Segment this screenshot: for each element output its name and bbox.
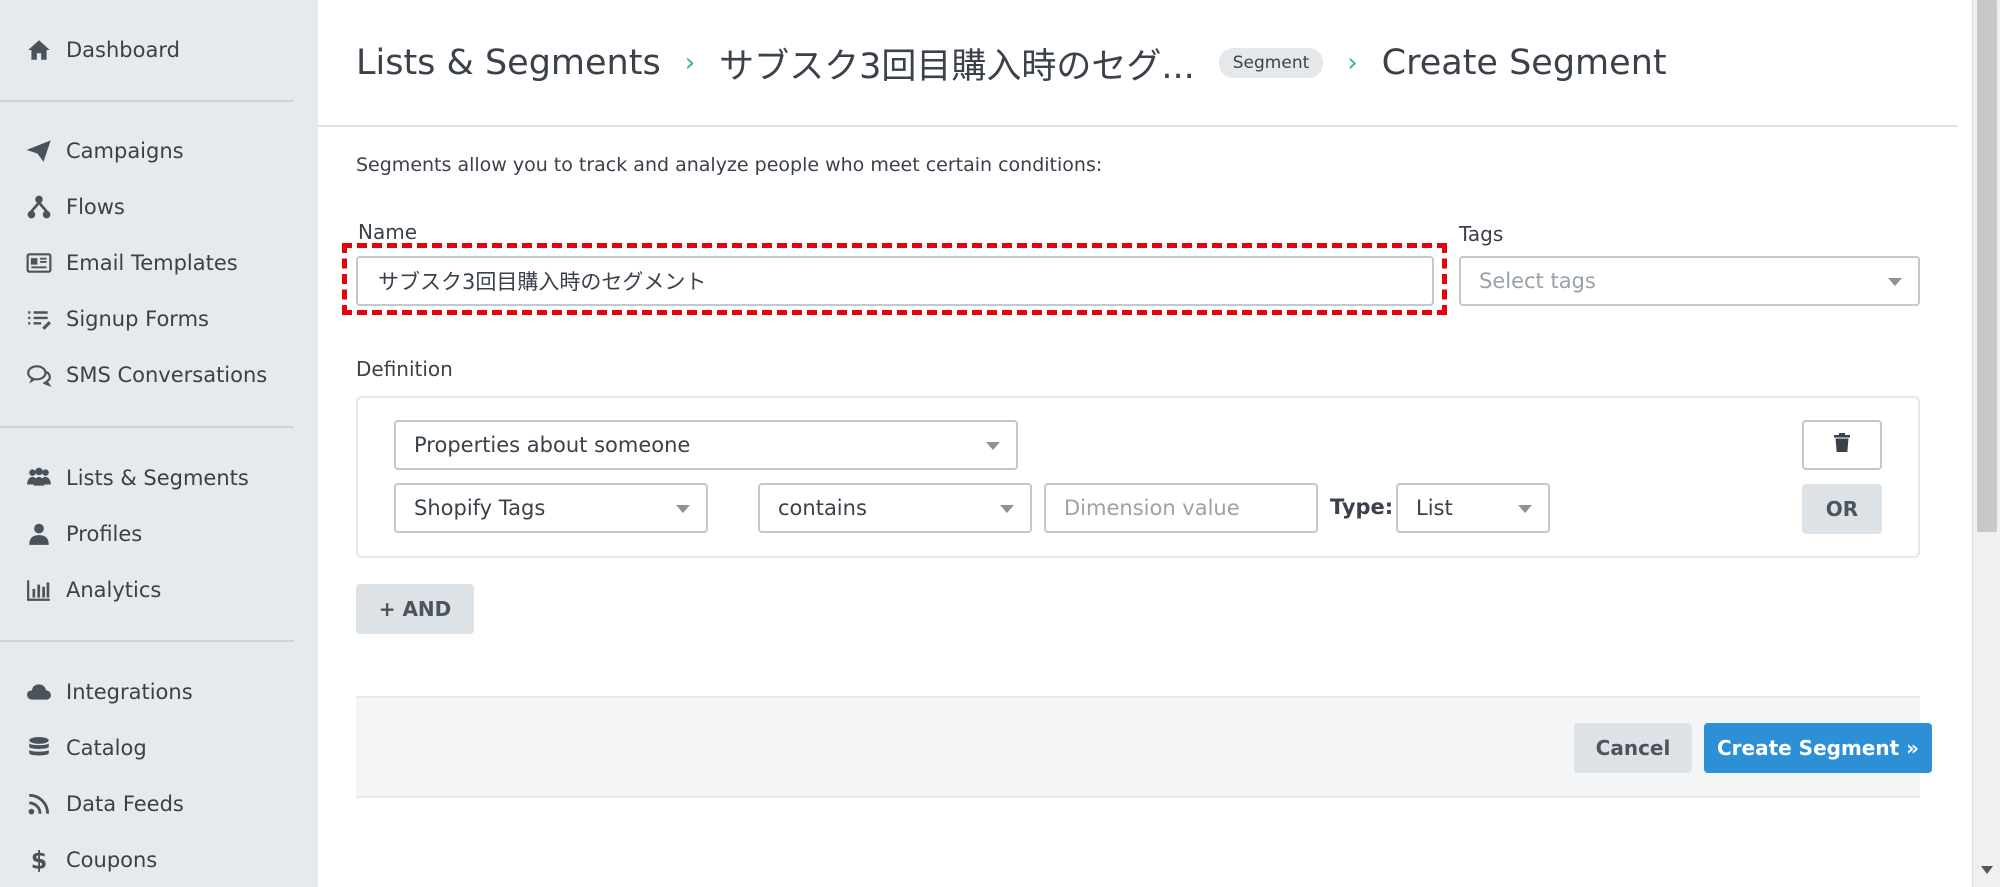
sidebar-divider	[0, 426, 294, 428]
chevron-down-icon	[676, 505, 690, 513]
operator-select[interactable]: contains	[758, 483, 1032, 533]
home-icon	[24, 35, 54, 65]
chevron-down-icon	[1518, 505, 1532, 513]
email-template-icon	[24, 248, 54, 278]
breadcrumb-separator: ›	[684, 48, 696, 78]
sidebar-item-label: SMS Conversations	[66, 363, 268, 387]
definition-label: Definition	[356, 357, 453, 381]
sidebar-item-email-templates[interactable]: Email Templates	[24, 243, 238, 283]
sidebar-divider	[0, 100, 294, 102]
sidebar-item-label: Catalog	[66, 736, 147, 760]
sidebar-item-catalog[interactable]: Catalog	[24, 728, 147, 768]
trash-icon	[1833, 433, 1851, 457]
sidebar-item-label: Lists & Segments	[66, 466, 249, 490]
breadcrumb-segment-name[interactable]: サブスク3回目購入時のセグ...	[719, 38, 1195, 89]
sidebar-item-label: Flows	[66, 195, 125, 219]
tags-placeholder: Select tags	[1479, 269, 1596, 293]
type-label: Type:	[1330, 495, 1394, 519]
rss-icon	[24, 789, 54, 819]
delete-condition-button[interactable]	[1802, 420, 1882, 470]
bar-chart-icon	[24, 575, 54, 605]
segment-name-input[interactable]: サブスク3回目購入時のセグメント	[356, 256, 1434, 306]
and-button[interactable]: + AND	[356, 584, 474, 634]
sidebar-item-label: Analytics	[66, 578, 162, 602]
header-divider	[318, 125, 1958, 127]
sidebar-item-dashboard[interactable]: Dashboard	[24, 30, 180, 70]
sidebar-item-sms-conversations[interactable]: SMS Conversations	[24, 355, 267, 395]
chevron-down-icon	[1000, 505, 1014, 513]
dimension-value-input[interactable]: Dimension value	[1044, 483, 1318, 533]
intro-text: Segments allow you to track and analyze …	[356, 154, 1103, 176]
sidebar-item-label: Coupons	[66, 848, 158, 872]
type-value: List	[1416, 496, 1453, 520]
chat-bubbles-icon	[24, 360, 54, 390]
sidebar-item-integrations[interactable]: Integrations	[24, 672, 193, 712]
property-select[interactable]: Shopify Tags	[394, 483, 708, 533]
cloud-icon	[24, 677, 54, 707]
main-content: Lists & Segments › サブスク3回目購入時のセグ... Segm…	[318, 0, 1958, 887]
database-icon	[24, 733, 54, 763]
svg-text:$: $	[31, 847, 48, 873]
breadcrumb: Lists & Segments › サブスク3回目購入時のセグ... Segm…	[356, 38, 1667, 88]
dollar-icon: $	[24, 845, 54, 875]
scrollbar[interactable]	[1972, 0, 2000, 887]
sidebar-item-label: Dashboard	[66, 38, 180, 62]
tags-select[interactable]: Select tags	[1459, 256, 1920, 306]
form-footer: Cancel Create Segment »	[356, 696, 1932, 798]
page-title: Create Segment	[1381, 43, 1667, 83]
breadcrumb-separator: ›	[1347, 48, 1358, 78]
operator-value: contains	[778, 496, 867, 520]
scrollbar-thumb[interactable]	[1977, 0, 1997, 532]
person-icon	[24, 519, 54, 549]
sidebar-item-data-feeds[interactable]: Data Feeds	[24, 784, 184, 824]
condition-type-select[interactable]: Properties about someone	[394, 420, 1018, 470]
list-form-icon	[24, 304, 54, 334]
people-icon	[24, 463, 54, 493]
sidebar: Dashboard Campaigns Flows Email Template…	[0, 0, 318, 887]
sidebar-item-signup-forms[interactable]: Signup Forms	[24, 299, 209, 339]
sidebar-item-flows[interactable]: Flows	[24, 187, 125, 227]
sidebar-item-lists-segments[interactable]: Lists & Segments	[24, 458, 249, 498]
sidebar-divider	[0, 640, 294, 642]
sidebar-item-analytics[interactable]: Analytics	[24, 570, 161, 610]
chevron-down-icon	[1888, 278, 1902, 286]
property-value: Shopify Tags	[414, 496, 546, 520]
scroll-down-arrow-icon[interactable]	[1981, 866, 1993, 874]
or-button[interactable]: OR	[1802, 484, 1882, 534]
paper-plane-icon	[24, 136, 54, 166]
sidebar-item-label: Email Templates	[66, 251, 238, 275]
name-label: Name	[358, 220, 418, 244]
condition-type-value: Properties about someone	[414, 433, 691, 457]
sidebar-item-label: Campaigns	[66, 139, 184, 163]
breadcrumb-lists-segments[interactable]: Lists & Segments	[356, 43, 661, 83]
sidebar-item-label: Data Feeds	[66, 792, 184, 816]
create-segment-button[interactable]: Create Segment »	[1704, 723, 1932, 773]
dimension-value-placeholder: Dimension value	[1064, 496, 1240, 520]
chevron-down-icon	[986, 442, 1000, 450]
sidebar-item-label: Profiles	[66, 522, 143, 546]
sidebar-item-label: Integrations	[66, 680, 193, 704]
sidebar-item-label: Signup Forms	[66, 307, 209, 331]
tags-label: Tags	[1459, 222, 1504, 246]
type-select[interactable]: List	[1396, 483, 1550, 533]
flow-icon	[24, 192, 54, 222]
sidebar-item-profiles[interactable]: Profiles	[24, 514, 142, 554]
sidebar-item-campaigns[interactable]: Campaigns	[24, 131, 184, 171]
sidebar-item-coupons[interactable]: $ Coupons	[24, 840, 158, 880]
cancel-button[interactable]: Cancel	[1574, 723, 1692, 773]
segment-badge: Segment	[1218, 48, 1324, 78]
